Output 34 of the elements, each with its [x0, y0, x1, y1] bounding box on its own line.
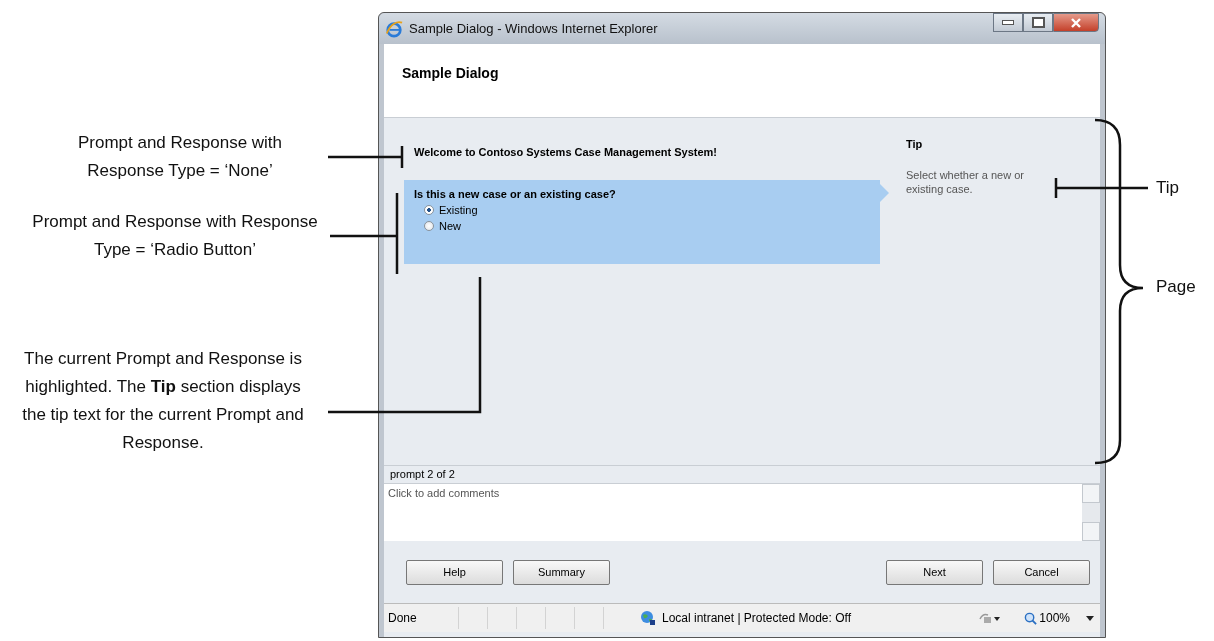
zoom-icon[interactable]	[1024, 611, 1038, 625]
comments-field[interactable]: Click to add comments	[384, 484, 1082, 541]
restore-button[interactable]	[1023, 13, 1053, 32]
dialog-button[interactable]: Summary	[513, 559, 610, 585]
close-button[interactable]	[1053, 13, 1099, 32]
globe-icon	[640, 610, 656, 626]
tip-text: Select whether a new or existing case.	[906, 168, 1025, 196]
radio-button[interactable]	[424, 205, 434, 215]
status-text: Done	[388, 611, 418, 625]
close-icon[interactable]	[1070, 16, 1082, 29]
caret-icon[interactable]	[1086, 615, 1094, 621]
tip-heading: Tip	[906, 138, 923, 150]
prompt-text: Welcome to Contoso Systems Case Management System!	[414, 146, 717, 158]
browser-logo-icon	[385, 19, 403, 38]
radio-button[interactable]	[424, 221, 434, 231]
prompt-counter: prompt 2 of 2	[389, 467, 456, 482]
dialog-title: Sample Dialog	[402, 65, 499, 81]
dialog-button[interactable]: Cancel	[993, 559, 1090, 585]
annotation-text: Page	[1156, 276, 1196, 298]
window-title: Sample Dialog - Windows Internet Explorer	[409, 21, 658, 36]
annotation-text: The current Prompt and Response is highlighted. The Tip section displays the tip text for the current Prompt and Response.	[21, 348, 305, 454]
annotation-text: Tip	[1156, 177, 1179, 199]
security-icon[interactable]	[978, 611, 1003, 625]
zoom-level[interactable]: 100%	[1039, 611, 1070, 625]
minimize-button[interactable]	[993, 13, 1023, 32]
zone-text: Local intranet | Protected Mode: Off	[662, 611, 851, 625]
dialog-button[interactable]: Next	[886, 559, 983, 585]
radio-option[interactable]: Existing	[424, 204, 478, 216]
scrollbar[interactable]	[1082, 484, 1100, 541]
annotation-text: Prompt and Response with Response Type = ‘None’	[76, 132, 284, 182]
radio-option[interactable]: New	[424, 220, 461, 232]
dialog-button[interactable]: Help	[406, 559, 503, 585]
annotation-text: Prompt and Response with Response Type = ‘Radio Button’	[31, 211, 319, 261]
prompt-text: Is this a new case or an existing case?	[414, 188, 616, 200]
